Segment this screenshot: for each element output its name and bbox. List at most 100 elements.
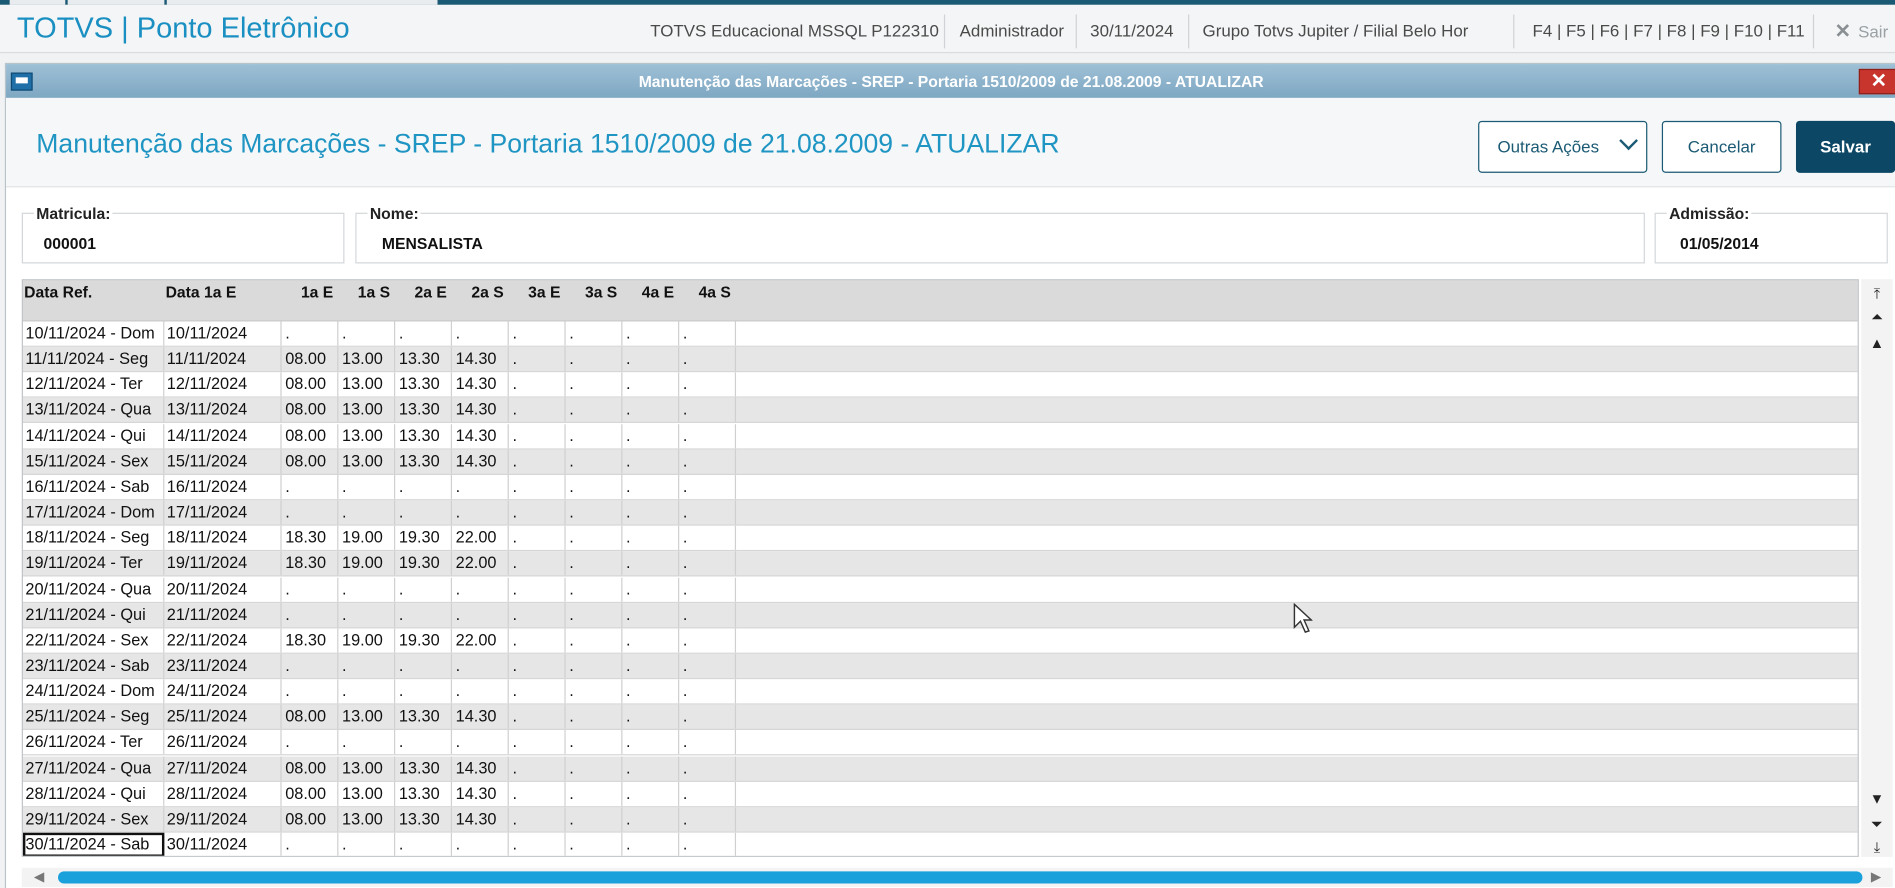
cell-data-1a-e[interactable]: 10/11/2024 — [164, 321, 282, 346]
cell-1a-e[interactable]: 08.00 — [282, 423, 339, 448]
cell-1a-e[interactable]: 08.00 — [282, 781, 339, 806]
table-row[interactable]: 20/11/2024 - Qua 20/11/2024........ — [22, 577, 1858, 603]
cancel-button[interactable]: Cancelar — [1661, 120, 1782, 173]
environment-label[interactable]: TOTVS Educacional MSSQL P122310 — [650, 21, 939, 40]
cell-3a-e[interactable]: . — [509, 525, 566, 551]
cell-3a-s[interactable]: . — [566, 398, 623, 423]
cell-3a-e[interactable]: . — [509, 449, 566, 474]
cell-1a-s[interactable]: 19.00 — [338, 628, 396, 653]
cell-4a-e[interactable]: . — [622, 704, 680, 730]
cell-data-ref[interactable]: 14/11/2024 - Qui — [23, 423, 165, 448]
cell-2a-e[interactable]: . — [395, 602, 453, 627]
cell-4a-e[interactable]: . — [622, 577, 680, 602]
cell-2a-s[interactable]: . — [452, 500, 509, 525]
cell-2a-s[interactable]: . — [452, 577, 509, 602]
cell-1a-e[interactable]: . — [282, 602, 339, 627]
cell-data-1a-e[interactable]: 29/11/2024 — [164, 807, 282, 832]
shortcut-keys[interactable]: F4 | F5 | F6 | F7 | F8 | F9 | F10 | F11 — [1533, 21, 1805, 40]
table-row[interactable]: 29/11/2024 - Sex 29/11/2024 08.00 13.00 13.3… — [22, 807, 1858, 833]
date-label[interactable]: 30/11/2024 — [1090, 21, 1173, 40]
cell-4a-e[interactable]: . — [622, 423, 680, 448]
dialog-titlebar[interactable]: Manutenção das Marcações - SREP - Portar… — [6, 64, 1895, 98]
scroll-right-icon[interactable]: ▶ — [1871, 869, 1881, 885]
cell-2a-e[interactable]: . — [395, 474, 453, 500]
table-row[interactable]: 14/11/2024 - Qui 14/11/2024 08.00 13.00 13.3… — [22, 423, 1858, 450]
col-data-1a-e-header[interactable]: Data 1a E — [166, 283, 237, 301]
cell-1a-s[interactable]: 19.00 — [338, 551, 396, 576]
cell-2a-s[interactable]: 22.00 — [452, 551, 509, 576]
cell-data-ref[interactable]: 29/11/2024 - Sex — [23, 807, 165, 832]
table-row[interactable]: 10/11/2024 - Dom 10/11/2024........ — [22, 321, 1858, 347]
cell-2a-e[interactable]: 13.30 — [395, 372, 453, 397]
cell-4a-s[interactable]: . — [679, 398, 737, 423]
cell-4a-e[interactable]: . — [622, 832, 680, 856]
cell-data-1a-e[interactable]: 28/11/2024 — [164, 781, 282, 806]
cell-3a-e[interactable]: . — [509, 577, 566, 602]
cell-data-1a-e[interactable]: 14/11/2024 — [164, 423, 282, 448]
scroll-left-icon[interactable]: ◀ — [34, 869, 44, 885]
cell-3a-s[interactable]: . — [566, 525, 623, 551]
cell-4a-e[interactable]: . — [622, 525, 680, 551]
cell-data-ref[interactable]: 21/11/2024 - Qui — [23, 602, 165, 627]
cell-data-ref[interactable]: 22/11/2024 - Sex — [23, 628, 165, 653]
cell-3a-e[interactable]: . — [509, 551, 566, 576]
cell-2a-e[interactable]: 13.30 — [395, 449, 453, 474]
cell-1a-s[interactable]: . — [338, 730, 396, 755]
cell-4a-e[interactable]: . — [622, 807, 680, 832]
cell-3a-e[interactable]: . — [509, 781, 566, 806]
cell-data-1a-e[interactable]: 27/11/2024 — [164, 756, 282, 781]
cell-4a-e[interactable]: . — [622, 372, 680, 397]
cell-2a-s[interactable]: . — [452, 321, 509, 346]
cell-4a-e[interactable]: . — [622, 500, 680, 525]
cell-data-1a-e[interactable]: 15/11/2024 — [164, 449, 282, 474]
table-row[interactable]: 21/11/2024 - Qui 21/11/2024........ — [22, 602, 1858, 629]
cell-data-1a-e[interactable]: 18/11/2024 — [164, 525, 282, 551]
table-row[interactable]: 16/11/2024 - Sab 16/11/2024........ — [22, 474, 1858, 501]
table-row[interactable]: 17/11/2024 - Dom 17/11/2024........ — [22, 500, 1858, 526]
cell-3a-e[interactable]: . — [509, 321, 566, 346]
col-1a-e-header[interactable]: 1a E — [301, 283, 333, 301]
col-4a-e-header[interactable]: 4a E — [642, 283, 674, 301]
dialog-close-button[interactable]: ✕ — [1858, 68, 1895, 95]
cell-3a-s[interactable]: . — [566, 602, 623, 627]
branch-label[interactable]: Grupo Totvs Jupiter / Filial Belo Hor — [1203, 21, 1469, 40]
cell-3a-e[interactable]: . — [509, 704, 566, 730]
col-2a-e-header[interactable]: 2a E — [415, 283, 447, 301]
cell-2a-e[interactable]: . — [395, 832, 453, 856]
cell-4a-e[interactable]: . — [622, 449, 680, 474]
cell-3a-e[interactable]: . — [509, 832, 566, 856]
cell-3a-s[interactable]: . — [566, 474, 623, 500]
cell-3a-e[interactable]: . — [509, 730, 566, 755]
cell-4a-s[interactable]: . — [679, 807, 737, 832]
cell-2a-e[interactable]: 19.30 — [395, 551, 453, 576]
cell-data-1a-e[interactable]: 19/11/2024 — [164, 551, 282, 576]
cell-2a-s[interactable]: 14.30 — [452, 807, 509, 832]
cell-3a-e[interactable]: . — [509, 807, 566, 832]
cell-data-1a-e[interactable]: 25/11/2024 — [164, 704, 282, 730]
cell-4a-s[interactable]: . — [679, 781, 737, 806]
cell-data-1a-e[interactable]: 26/11/2024 — [164, 730, 282, 755]
cell-4a-s[interactable]: . — [679, 347, 737, 372]
cell-1a-s[interactable]: . — [338, 321, 396, 346]
cell-2a-s[interactable]: 14.30 — [452, 423, 509, 448]
cell-1a-e[interactable]: 18.30 — [282, 628, 339, 653]
cell-data-ref[interactable]: 15/11/2024 - Sex — [23, 449, 165, 474]
cell-2a-s[interactable]: 14.30 — [452, 449, 509, 474]
cell-4a-e[interactable]: . — [622, 347, 680, 372]
cell-data-1a-e[interactable]: 30/11/2024 — [164, 832, 282, 856]
cell-2a-e[interactable]: 19.30 — [395, 525, 453, 551]
cell-4a-e[interactable]: . — [622, 551, 680, 576]
cell-2a-s[interactable]: . — [452, 832, 509, 856]
cell-2a-e[interactable]: 13.30 — [395, 756, 453, 781]
cell-3a-s[interactable]: . — [566, 628, 623, 653]
cell-2a-s[interactable]: 14.30 — [452, 398, 509, 423]
cell-3a-s[interactable]: . — [566, 577, 623, 602]
table-row[interactable]: 30/11/2024 - Sab 30/11/2024........ — [22, 832, 1858, 856]
cell-4a-e[interactable]: . — [622, 781, 680, 806]
table-row[interactable]: 24/11/2024 - Dom 24/11/2024........ — [22, 679, 1858, 705]
cell-4a-s[interactable]: . — [679, 525, 737, 551]
cell-2a-e[interactable]: . — [395, 321, 453, 346]
cell-2a-e[interactable]: . — [395, 679, 453, 704]
cell-1a-s[interactable]: 13.00 — [338, 372, 396, 397]
cell-data-1a-e[interactable]: 11/11/2024 — [164, 347, 282, 372]
